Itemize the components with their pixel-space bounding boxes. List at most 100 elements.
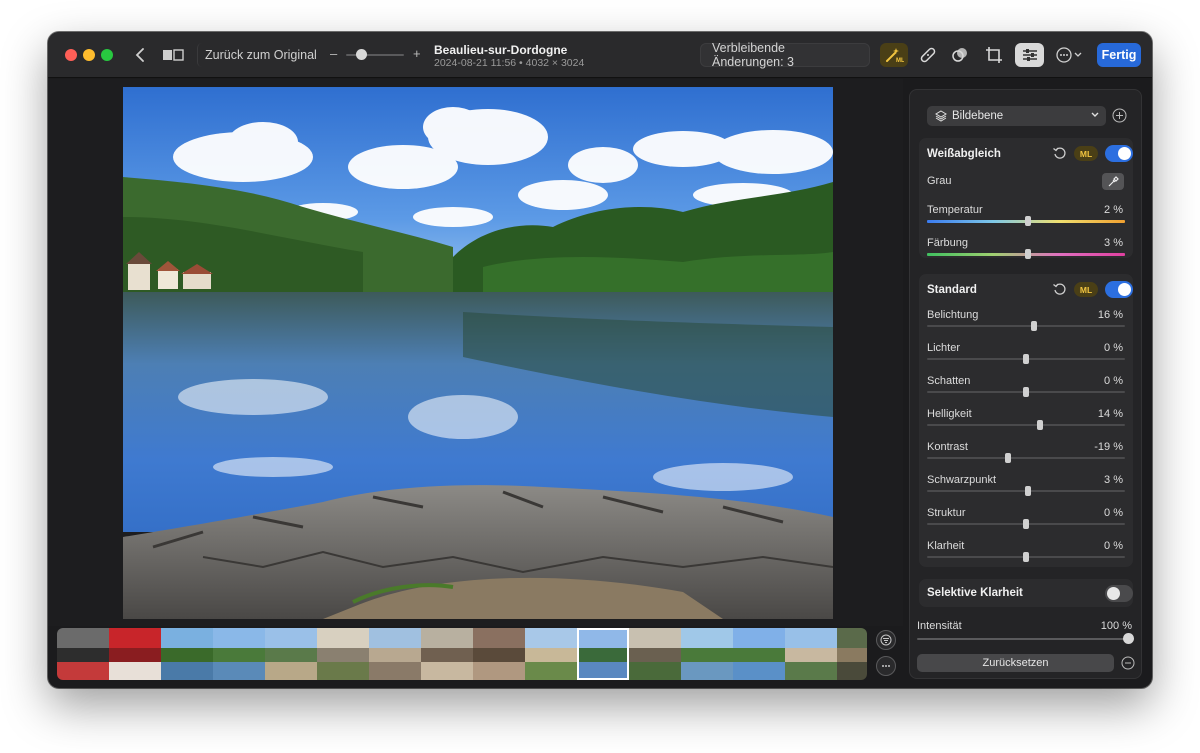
adjustment-value[interactable]: 0 % xyxy=(1104,375,1123,387)
filmstrip-thumbnail[interactable] xyxy=(837,628,867,680)
filmstrip-thumbnail[interactable] xyxy=(161,628,213,680)
more-icon[interactable] xyxy=(1121,656,1135,670)
selective-clarity-group: Selektive Klarheit xyxy=(919,579,1133,607)
compare-split-icon[interactable] xyxy=(161,47,185,63)
adjustment-slider[interactable] xyxy=(927,321,1125,331)
intensity-slider-knob[interactable] xyxy=(1123,633,1134,644)
adjust-sliders-icon[interactable] xyxy=(1015,43,1044,67)
more-options-icon[interactable] xyxy=(1053,43,1085,67)
filmstrip-thumbnail[interactable] xyxy=(629,628,681,680)
filmstrip-thumbnail[interactable] xyxy=(265,628,317,680)
adjustment-slider-knob[interactable] xyxy=(1036,420,1043,430)
adjustment-slider-knob[interactable] xyxy=(1024,249,1031,259)
fullscreen-window-button[interactable] xyxy=(101,49,113,61)
minimize-window-button[interactable] xyxy=(83,49,95,61)
reset-icon[interactable] xyxy=(1052,146,1067,161)
adjustment-slider[interactable] xyxy=(927,519,1125,529)
adjustment-value[interactable]: 14 % xyxy=(1098,408,1123,420)
adjustment-slider-knob[interactable] xyxy=(1023,519,1029,529)
close-window-button[interactable] xyxy=(65,49,77,61)
color-effects-icon[interactable] xyxy=(946,43,974,67)
filmstrip-thumbnail[interactable] xyxy=(577,628,629,680)
filmstrip-thumbnail[interactable] xyxy=(109,628,161,680)
adjustment-slider[interactable] xyxy=(927,420,1125,430)
adjustment-value[interactable]: 0 % xyxy=(1104,540,1123,552)
adjustment-slider[interactable] xyxy=(927,453,1125,463)
gray-label: Grau xyxy=(927,175,952,187)
reset-all-button[interactable]: Zurücksetzen xyxy=(917,654,1114,672)
revert-to-original-button[interactable]: Zurück zum Original xyxy=(197,43,324,67)
chevron-down-icon xyxy=(1090,108,1100,125)
adjustment-slider[interactable] xyxy=(927,486,1125,496)
zoom-slider-knob[interactable] xyxy=(356,49,367,60)
ml-badge[interactable]: ML xyxy=(1074,282,1098,297)
filmstrip[interactable] xyxy=(57,628,867,680)
adjustment-value[interactable]: -19 % xyxy=(1094,441,1123,453)
intensity-value: 100 % xyxy=(1100,620,1132,632)
remaining-edits-badge[interactable]: Verbleibende Änderungen: 3 xyxy=(700,41,870,69)
adjustment-value[interactable]: 3 % xyxy=(1104,237,1123,249)
filmstrip-thumbnail[interactable] xyxy=(525,628,577,680)
standard-group: Standard ML Belichtung 16 % Lichter 0 % Scha… xyxy=(919,274,1133,567)
filmstrip-thumbnail[interactable] xyxy=(317,628,369,680)
white-balance-group: Weißabgleich ML Grau Temperatur 2 % Färbun… xyxy=(919,138,1133,259)
crop-icon[interactable] xyxy=(980,43,1008,67)
adjustment-value[interactable]: 0 % xyxy=(1104,342,1123,354)
white-balance-toggle[interactable] xyxy=(1105,145,1133,162)
adjustment-slider[interactable] xyxy=(927,387,1125,397)
filmstrip-thumbnail[interactable] xyxy=(733,628,785,680)
layer-select[interactable]: Bildebene xyxy=(927,106,1106,126)
reset-icon[interactable] xyxy=(1052,282,1067,297)
filmstrip-thumbnail[interactable] xyxy=(213,628,265,680)
adjustment-slider[interactable] xyxy=(927,216,1125,226)
standard-toggle[interactable] xyxy=(1105,281,1133,298)
bandaid-retouch-icon[interactable] xyxy=(914,43,942,67)
adjustment-label: Lichter xyxy=(927,342,961,354)
adjustment-slider-knob[interactable] xyxy=(1024,216,1031,226)
filmstrip-thumbnail[interactable] xyxy=(369,628,421,680)
layer-select-label: Bildebene xyxy=(952,110,1004,122)
filmstrip-more-icon[interactable] xyxy=(876,656,896,676)
filmstrip-thumbnail[interactable] xyxy=(681,628,733,680)
back-chevron-icon[interactable] xyxy=(130,45,150,65)
adjustment-slider-knob[interactable] xyxy=(1023,552,1029,562)
adjustment-slider[interactable] xyxy=(927,249,1125,259)
adjustment-value[interactable]: 3 % xyxy=(1104,474,1123,486)
adjustment-value[interactable]: 2 % xyxy=(1104,204,1123,216)
layers-icon xyxy=(935,110,947,122)
adjustment-label: Kontrast xyxy=(927,441,968,453)
eyedropper-icon[interactable] xyxy=(1102,173,1124,190)
adjustment-slider[interactable] xyxy=(927,354,1125,364)
photo-title: Beaulieu-sur-Dordogne xyxy=(434,43,568,57)
adjustment-slider[interactable] xyxy=(927,552,1125,562)
adjustment-label: Belichtung xyxy=(927,309,979,321)
add-layer-icon[interactable] xyxy=(1112,108,1127,123)
zoom-out-button[interactable]: – xyxy=(330,46,337,61)
adjustment-slider-knob[interactable] xyxy=(1023,354,1029,364)
filmstrip-thumbnail[interactable] xyxy=(57,628,109,680)
ml-badge[interactable]: ML xyxy=(1074,146,1098,161)
adjustment-slider-knob[interactable] xyxy=(1023,387,1029,397)
zoom-slider[interactable] xyxy=(346,54,404,56)
intensity-slider[interactable] xyxy=(917,633,1134,644)
adjustment-slider-knob[interactable] xyxy=(1024,486,1031,496)
adjustment-label: Schatten xyxy=(927,375,971,387)
selective-clarity-title: Selektive Klarheit xyxy=(927,587,1023,599)
adjustments-sidebar: Bildebene Weißabgleich ML Grau Temperatu… xyxy=(909,89,1142,679)
filmstrip-thumbnail[interactable] xyxy=(421,628,473,680)
selective-clarity-toggle[interactable] xyxy=(1105,585,1133,602)
zoom-in-button[interactable]: + xyxy=(413,46,421,61)
photo-metadata: 2024-08-21 11:56 • 4032 × 3024 xyxy=(434,57,585,69)
adjustment-value[interactable]: 0 % xyxy=(1104,507,1123,519)
adjustment-slider-knob[interactable] xyxy=(1005,453,1012,463)
adjustment-slider-knob[interactable] xyxy=(1030,321,1037,331)
filter-icon[interactable] xyxy=(876,630,896,650)
svg-text:ML: ML xyxy=(896,58,904,64)
magic-wand-ml-icon[interactable]: ML xyxy=(880,43,908,67)
white-balance-title: Weißabgleich xyxy=(927,148,1001,160)
adjustment-value[interactable]: 16 % xyxy=(1098,309,1123,321)
done-button[interactable]: Fertig xyxy=(1097,43,1141,67)
edited-photo[interactable] xyxy=(123,87,833,619)
filmstrip-thumbnail[interactable] xyxy=(785,628,837,680)
filmstrip-thumbnail[interactable] xyxy=(473,628,525,680)
